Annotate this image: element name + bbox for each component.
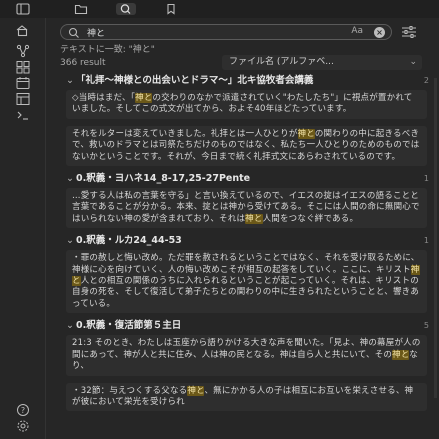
- search-input[interactable]: [87, 26, 317, 38]
- result-file-title: 「礼拝～神様との出会いとドラマ～」北キ協牧者会講義: [76, 75, 314, 86]
- search-box: Aa ×: [60, 24, 392, 40]
- search-match[interactable]: ◇当時はまだ、「神との交わりのなかで派遣されていく"わたしたち"」に視点が置かれ…: [66, 90, 427, 119]
- templates-icon[interactable]: [15, 92, 31, 106]
- search-match[interactable]: ・32節：与えつくする父なる神と、無にかかる人の子は相互にお互いを栄えさせる、神…: [66, 382, 427, 412]
- clear-search-icon[interactable]: ×: [374, 27, 385, 38]
- match-count: 5: [423, 321, 429, 331]
- chevron-down-icon[interactable]: ⌄: [66, 74, 74, 87]
- sort-select[interactable]: ファイル名 (アルファベ... ⌄: [222, 55, 422, 70]
- match-text: ・32節：与えつくする父なる: [72, 385, 188, 396]
- settings-icon[interactable]: [15, 419, 31, 433]
- match-highlight: 神と: [245, 213, 263, 224]
- sidebar-toggle-icon[interactable]: [16, 3, 30, 15]
- search-match[interactable]: …愛する人は私の言葉を守る」と言い換えているので、イエスの掟はイエスの語ることと…: [66, 188, 427, 229]
- daily-note-icon[interactable]: [15, 76, 31, 90]
- match-text: それをルターは変えていきました。礼拝とは一人ひとりが: [72, 128, 298, 139]
- help-icon[interactable]: ?: [15, 403, 31, 417]
- folder-icon: [74, 4, 88, 15]
- results-list: ⌄ 「礼拝～神様との出会いとドラマ～」北キ協牧者会講義 2 ◇当時はまだ、「神と…: [46, 74, 439, 439]
- search-match[interactable]: ・罪の赦しと悔い改め。ただ罪を赦されるということではなく、それを受け取るために、…: [66, 250, 427, 314]
- search-icon: [120, 4, 131, 14]
- top-bar: [0, 0, 439, 18]
- match-text: ◇当時はまだ、「: [72, 93, 136, 103]
- result-count: 366 result: [60, 58, 106, 68]
- bookmark-icon: [167, 3, 175, 15]
- result-file-header[interactable]: ⌄ 「礼拝～神様との出会いとドラマ～」北キ協牧者会講義 2: [46, 74, 439, 87]
- match-highlight: 神と: [135, 93, 153, 103]
- search-match[interactable]: 21:3 そのとき、わたしは玉座から語りかける大きな声を聞いた。「見よ、神の幕屋…: [66, 335, 427, 376]
- chevron-down-icon[interactable]: ⌄: [66, 319, 74, 332]
- match-highlight: 神と: [187, 385, 205, 396]
- result-file-header[interactable]: ⌄ 0.釈義・復活節第５主日 5: [46, 319, 439, 332]
- match-text: 21:3 そのとき、わたしは玉座から語りかける大きな声を聞いた。「見よ、神の幕屋…: [72, 338, 421, 360]
- match-hint: テキストに一致: "神と": [60, 45, 155, 55]
- chevron-down-icon: ⌄: [409, 57, 417, 67]
- svg-text:?: ?: [21, 406, 25, 415]
- match-highlight: 神と: [392, 349, 410, 360]
- scrollbar[interactable]: [434, 78, 437, 398]
- match-text: 人間をつなぐ絆である。: [262, 213, 359, 224]
- result-file-header[interactable]: ⌄ 0.釈義・ヨハネ14_8-17,25-27Pente 1: [46, 172, 439, 185]
- tab-files[interactable]: [74, 3, 88, 15]
- match-highlight: 神と: [297, 128, 315, 139]
- open-quick-switcher-icon[interactable]: [15, 24, 31, 38]
- match-count: 1: [423, 174, 429, 184]
- sort-label: ファイル名 (アルファベ...: [229, 57, 334, 67]
- command-palette-icon[interactable]: [15, 108, 31, 122]
- result-file-header[interactable]: ⌄ 0.釈義・ルカ24_44-53 1: [46, 234, 439, 247]
- search-panel: Aa × テキストに一致: "神と" 366 result ファイル名 (アルフ…: [46, 18, 439, 439]
- chevron-down-icon[interactable]: ⌄: [66, 172, 74, 185]
- graph-view-icon[interactable]: [15, 44, 31, 58]
- match-text: 人との相互の関係のうちに入れられるということが起こっていく。それは、キリストの自…: [72, 276, 420, 309]
- search-settings-icon[interactable]: [401, 26, 417, 38]
- chevron-down-icon[interactable]: ⌄: [66, 234, 74, 247]
- canvas-icon[interactable]: [15, 60, 31, 74]
- match-count: 1: [423, 236, 429, 246]
- match-count: 2: [423, 76, 429, 85]
- result-file-title: 0.釈義・復活節第５主日: [76, 320, 182, 332]
- tab-search[interactable]: [116, 3, 136, 15]
- result-file-title: 0.釈義・ヨハネ14_8-17,25-27Pente: [76, 173, 251, 185]
- match-case-button[interactable]: Aa: [351, 26, 363, 36]
- search-icon: [68, 27, 80, 39]
- match-text: ・罪の赦しと悔い改め。ただ罪を赦されるということではなく、それを受け取るために、…: [72, 253, 420, 275]
- ribbon: ?: [0, 18, 46, 439]
- tab-bookmarks[interactable]: [164, 3, 178, 15]
- search-match[interactable]: それをルターは変えていきました。礼拝とは一人ひとりが神との関わりの中に起きるべき…: [66, 125, 427, 167]
- result-file-title: 0.釈義・ルカ24_44-53: [76, 235, 182, 247]
